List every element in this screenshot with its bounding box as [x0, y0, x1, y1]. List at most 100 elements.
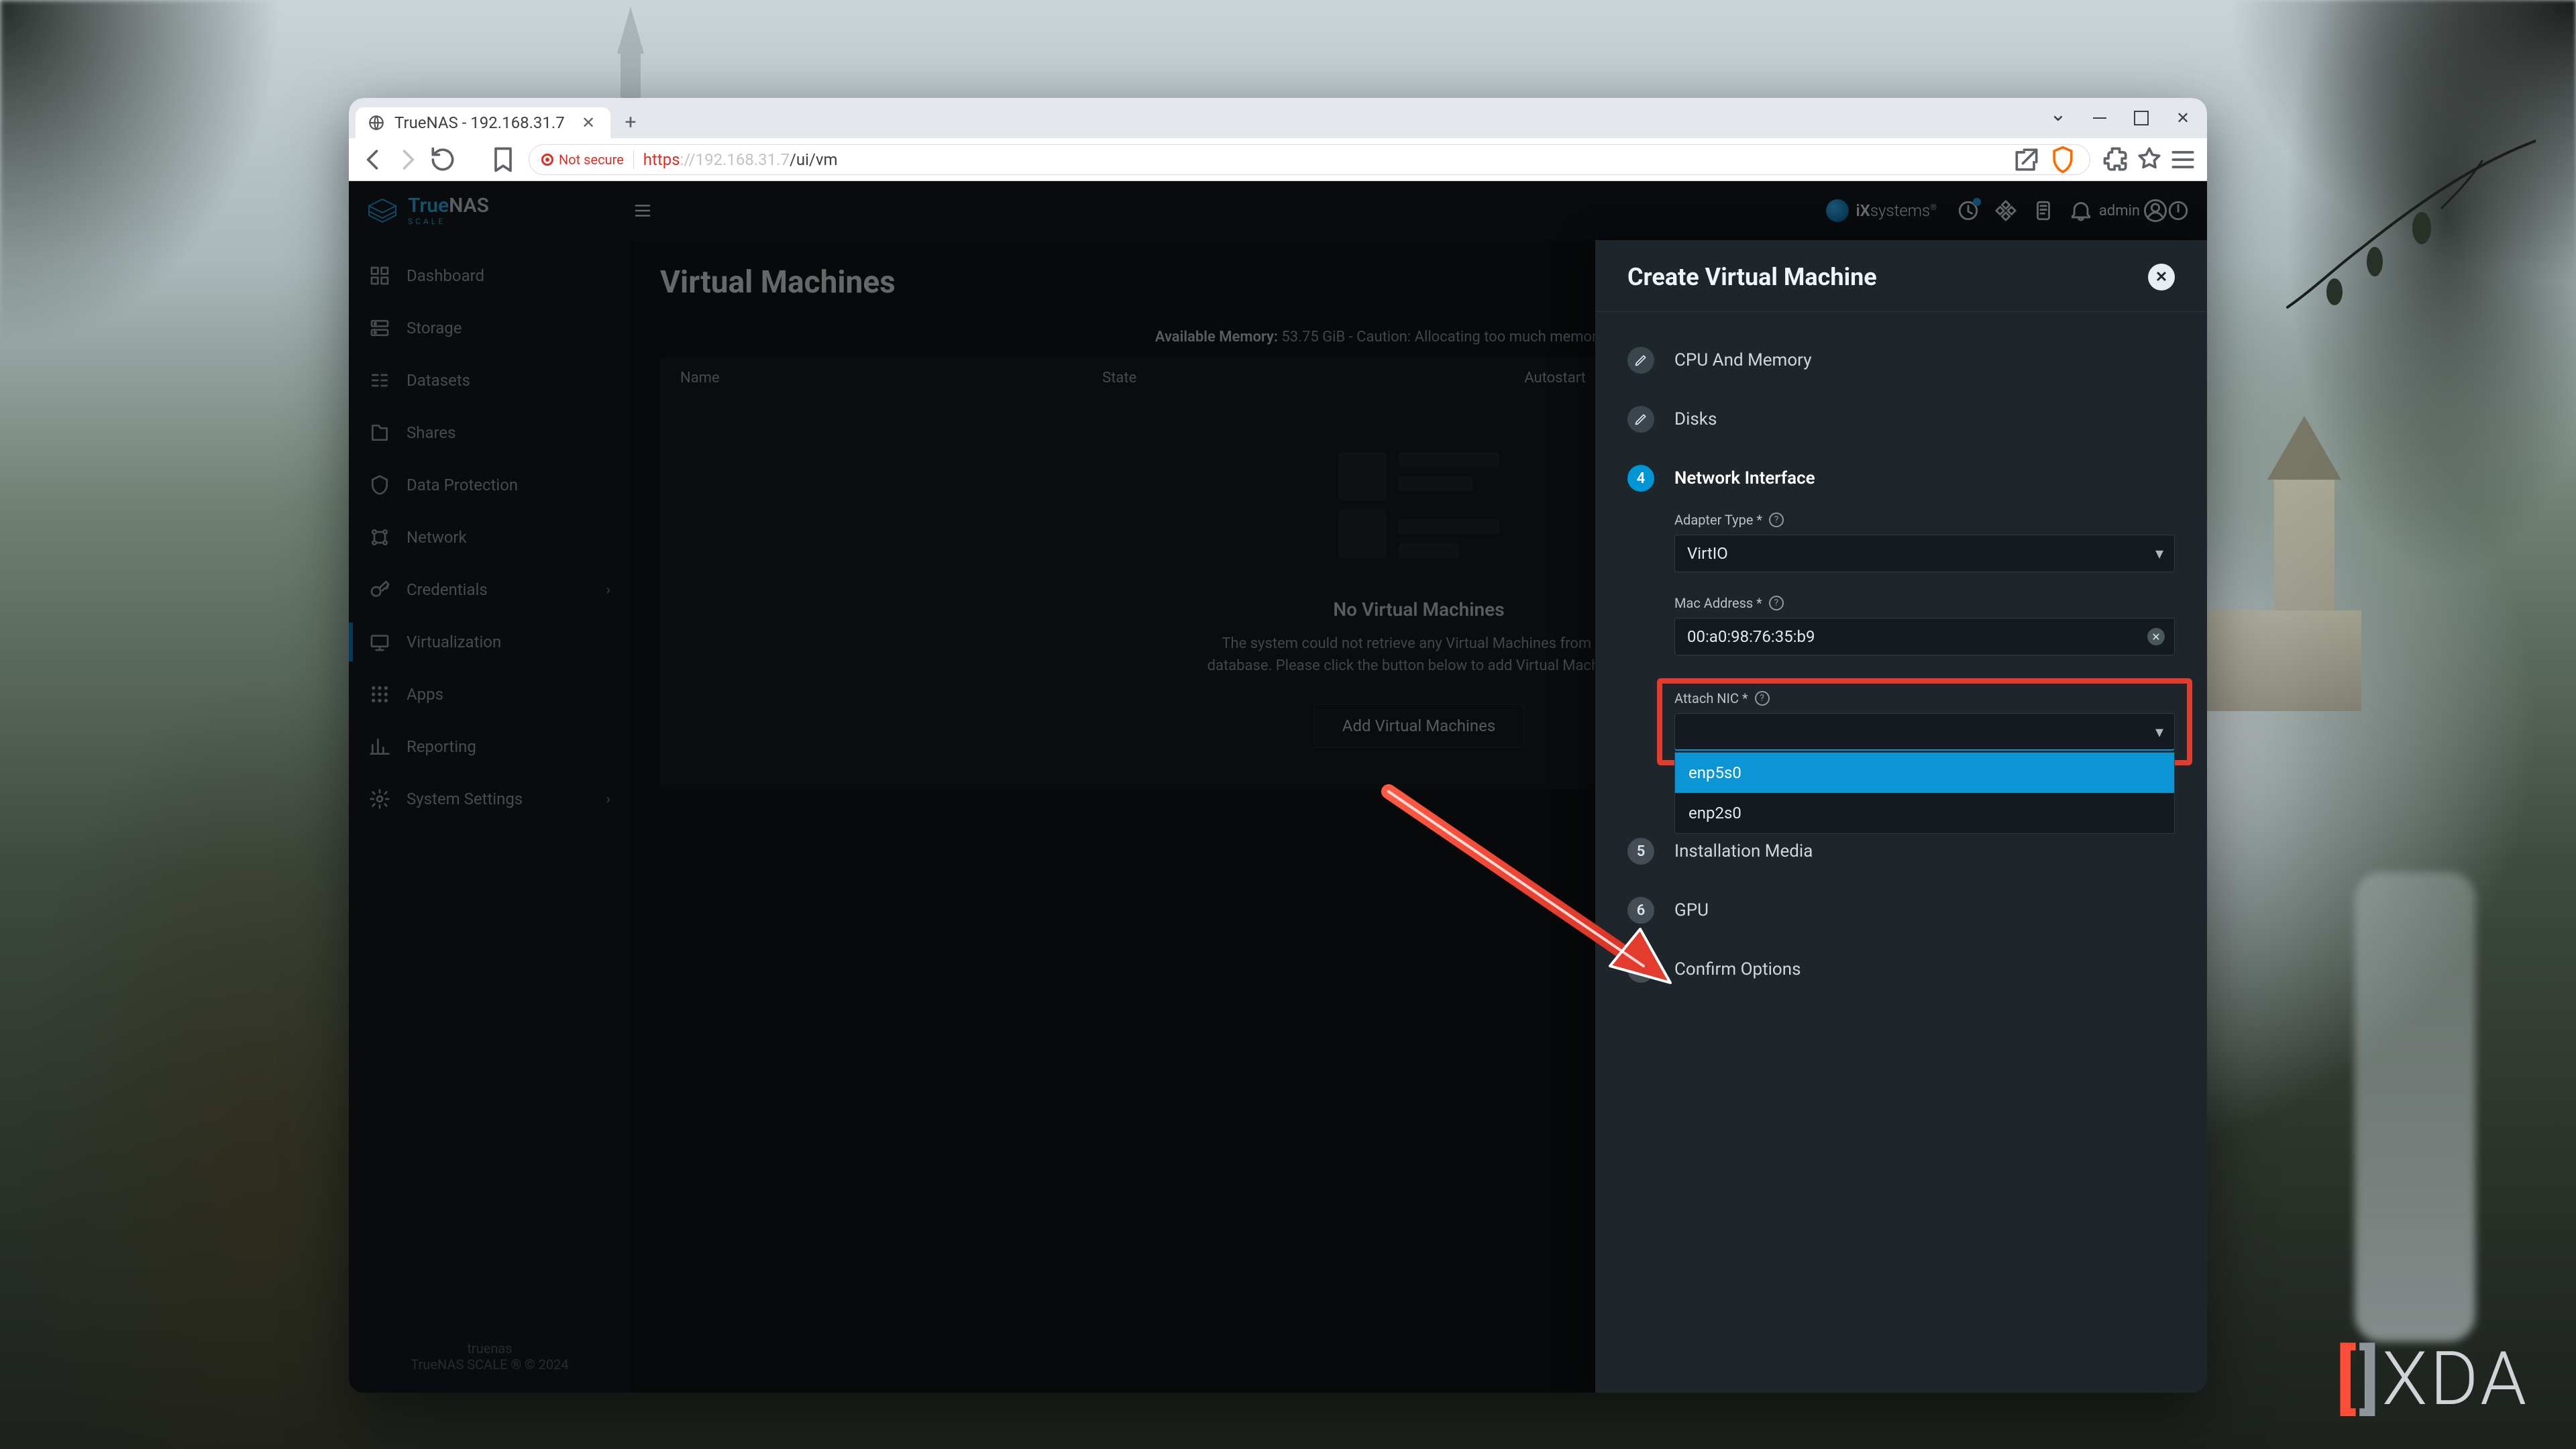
sidebar-item-label: Storage: [407, 319, 462, 337]
tab-title: TrueNAS - 192.168.31.7: [394, 113, 565, 132]
alerts-icon[interactable]: [2070, 199, 2092, 222]
sidebar-item-label: Data Protection: [407, 476, 518, 494]
app-header: TrueNAS SCALE iXsystems® admin: [349, 181, 2207, 240]
truenas-logo[interactable]: TrueNAS SCALE: [366, 196, 628, 225]
logo-mark-icon: [366, 198, 398, 223]
dropdown-option[interactable]: enp5s0: [1675, 753, 2174, 793]
step-label: GPU: [1674, 900, 1709, 920]
step-confirm-options[interactable]: 7 Confirm Options: [1627, 940, 2175, 999]
logo-text: TrueNAS: [408, 196, 489, 216]
nav-reload-button[interactable]: [428, 145, 458, 174]
app-menu-button[interactable]: [2168, 145, 2198, 174]
step-label: CPU And Memory: [1674, 350, 1812, 370]
mac-address-input[interactable]: 00:a0:98:76:35:b9 ✕: [1674, 618, 2175, 655]
window-controls: [2038, 98, 2203, 138]
sidebar-icon: [369, 265, 390, 286]
tabs-dropdown-button[interactable]: [2038, 102, 2078, 134]
adapter-type-field: Adapter Type? VirtIO ▾: [1674, 512, 2175, 572]
sidebar-toggle-button[interactable]: [628, 196, 657, 225]
sidebar-footer: truenasTrueNAS SCALE ® © 2024: [349, 1336, 631, 1373]
rewards-button[interactable]: [2135, 145, 2164, 174]
username-label: admin: [2099, 203, 2140, 219]
create-vm-panel: Create Virtual Machine ✕ CPU And Memory …: [1595, 240, 2207, 1393]
account-button[interactable]: [2144, 199, 2167, 222]
watermark-text: XDA: [2382, 1336, 2529, 1422]
sidebar-item-label: Network: [407, 528, 467, 547]
input-value: 00:a0:98:76:35:b9: [1687, 627, 1815, 646]
step-label: Confirm Options: [1674, 959, 1801, 979]
sidebar-item-virtualization[interactable]: Virtualization: [349, 616, 631, 668]
step-label: Installation Media: [1674, 841, 1813, 861]
ixsystems-link[interactable]: iXsystems®: [1826, 199, 1936, 222]
dropdown-option[interactable]: enp2s0: [1675, 793, 2174, 833]
add-vm-button[interactable]: Add Virtual Machines: [1313, 704, 1524, 748]
sidebar-item-label: Virtualization: [407, 633, 501, 651]
window-close-button[interactable]: [2163, 102, 2203, 134]
sidebar-item-dashboard[interactable]: Dashboard: [349, 250, 631, 302]
step-label: Disks: [1674, 409, 1717, 429]
panel-close-button[interactable]: ✕: [2148, 264, 2175, 290]
footer-copyright: TrueNAS SCALE ® © 2024: [411, 1356, 568, 1373]
status-icon[interactable]: [1957, 199, 1980, 222]
select-value: VirtIO: [1687, 544, 1728, 563]
branch-decor: [2281, 134, 2536, 309]
sidebar-item-data-protection[interactable]: Data Protection: [349, 459, 631, 511]
chevron-down-icon: ▾: [2155, 722, 2163, 741]
jobs-icon[interactable]: [2032, 199, 2055, 222]
brave-shield-icon[interactable]: [2048, 145, 2078, 174]
share-button[interactable]: [2012, 145, 2041, 174]
sidebar-icon: [369, 422, 390, 443]
new-tab-button[interactable]: +: [617, 109, 644, 136]
sidebar-icon: [369, 370, 390, 391]
sidebar-item-reporting[interactable]: Reporting: [349, 720, 631, 773]
foliage-top-left: [0, 0, 282, 349]
sidebar-item-datasets[interactable]: Datasets: [349, 354, 631, 407]
nav-back-button[interactable]: [358, 145, 388, 174]
url-input[interactable]: Not secure https://192.168.31.7/ui/vm: [529, 144, 2090, 175]
sidebar-icon: [369, 788, 390, 810]
nav-forward-button[interactable]: [393, 145, 423, 174]
step-gpu[interactable]: 6 GPU: [1627, 881, 2175, 940]
extensions-button[interactable]: [2101, 145, 2131, 174]
sidebar-item-credentials[interactable]: Credentials›: [349, 564, 631, 616]
sidebar-icon: [369, 317, 390, 339]
sidebar-item-shares[interactable]: Shares: [349, 407, 631, 459]
not-secure-indicator: Not secure: [541, 152, 624, 168]
column-header[interactable]: State: [1102, 370, 1524, 386]
browser-tab[interactable]: TrueNAS - 192.168.31.7 ✕: [356, 107, 610, 138]
logo-subtext: SCALE: [408, 217, 489, 225]
power-button[interactable]: [2167, 199, 2190, 222]
truenas-app: TrueNAS SCALE iXsystems® admin Dashboard…: [349, 181, 2207, 1393]
help-icon[interactable]: ?: [1769, 596, 1784, 610]
attach-nic-dropdown: enp5s0enp2s0: [1674, 752, 2175, 834]
bookmark-button[interactable]: [488, 145, 518, 174]
sidebar-item-network[interactable]: Network: [349, 511, 631, 564]
sidebar-item-system-settings[interactable]: System Settings›: [349, 773, 631, 825]
bracket-icon: ]: [2359, 1336, 2372, 1422]
browser-window: TrueNAS - 192.168.31.7 ✕ + Not secure ht…: [349, 98, 2207, 1393]
panel-title: Create Virtual Machine: [1627, 263, 1877, 291]
tab-close-button[interactable]: ✕: [578, 113, 598, 133]
window-maximize-button[interactable]: [2121, 102, 2161, 134]
truecommand-icon[interactable]: [1994, 199, 2017, 222]
column-header[interactable]: Name: [680, 370, 1102, 386]
sidebar-icon: [369, 736, 390, 757]
clear-button[interactable]: ✕: [2147, 628, 2165, 645]
attach-nic-select[interactable]: ▾: [1674, 713, 2175, 751]
help-icon[interactable]: ?: [1769, 513, 1784, 527]
help-icon[interactable]: ?: [1755, 691, 1770, 706]
step-disks[interactable]: Disks: [1627, 390, 2175, 449]
favicon-icon: [368, 114, 385, 131]
field-label: Attach NIC: [1674, 690, 1748, 706]
sidebar-item-apps[interactable]: Apps: [349, 668, 631, 720]
bracket-icon: [: [2336, 1336, 2349, 1422]
step-cpu-memory[interactable]: CPU And Memory: [1627, 331, 2175, 390]
window-minimize-button[interactable]: [2080, 102, 2120, 134]
chevron-right-icon: ›: [606, 582, 610, 598]
pencil-icon: [1627, 406, 1654, 433]
sidebar-item-storage[interactable]: Storage: [349, 302, 631, 354]
field-label: Mac Address: [1674, 595, 1762, 611]
footer-product-link[interactable]: truenas: [349, 1340, 631, 1356]
adapter-type-select[interactable]: VirtIO ▾: [1674, 535, 2175, 572]
mac-address-field: Mac Address? 00:a0:98:76:35:b9 ✕: [1674, 595, 2175, 655]
